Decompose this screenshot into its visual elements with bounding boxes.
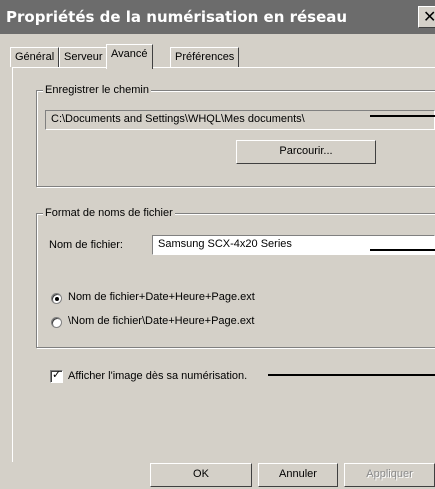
show-image-checkbox[interactable]: ✓ bbox=[50, 369, 63, 383]
save-path-group-label: Enregistrer le chemin bbox=[43, 84, 151, 96]
filename-input[interactable]: Samsung SCX-4x20 Series bbox=[152, 235, 435, 255]
title-bar[interactable]: Propriétés de la numérisation en réseau … bbox=[0, 0, 435, 34]
properties-dialog: Propriétés de la numérisation en réseau … bbox=[0, 0, 435, 489]
close-icon: ✕ bbox=[423, 7, 435, 26]
ok-button[interactable]: OK bbox=[150, 463, 252, 487]
filename-format-group-label: Format de noms de fichier bbox=[43, 207, 175, 219]
apply-button: Appliquer bbox=[344, 463, 435, 487]
tab-advanced[interactable]: Avancé bbox=[106, 44, 153, 69]
radio-folder-date-time[interactable] bbox=[51, 317, 62, 328]
tab-general[interactable]: Général bbox=[10, 47, 60, 67]
close-button[interactable]: ✕ bbox=[418, 6, 435, 28]
cancel-button[interactable]: Annuler bbox=[258, 463, 338, 487]
radio-folder-date-time-label[interactable]: \Nom de fichier\Date+Heure+Page.ext bbox=[68, 315, 255, 327]
filename-label: Nom de fichier: bbox=[49, 239, 123, 251]
radio-filename-date-time-label[interactable]: Nom de fichier+Date+Heure+Page.ext bbox=[68, 291, 255, 303]
save-path-field[interactable]: C:\Documents and Settings\WHQL\Mes docum… bbox=[45, 110, 435, 130]
checkmark-icon: ✓ bbox=[52, 369, 62, 381]
window-title: Propriétés de la numérisation en réseau bbox=[6, 8, 348, 26]
show-image-label[interactable]: Afficher l'image dès sa numérisation. bbox=[68, 370, 247, 382]
save-path-group: Enregistrer le chemin bbox=[36, 84, 435, 187]
browse-button[interactable]: Parcourir... bbox=[236, 140, 376, 164]
filename-format-group: Format de noms de fichier bbox=[36, 207, 435, 348]
radio-filename-date-time[interactable] bbox=[51, 293, 62, 304]
callout-line bbox=[268, 374, 435, 376]
callout-line bbox=[370, 249, 435, 251]
tab-preferences[interactable]: Préférences bbox=[170, 47, 240, 67]
callout-line bbox=[370, 115, 435, 117]
radio-selected-dot bbox=[55, 297, 59, 301]
tab-server[interactable]: Serveur bbox=[59, 47, 108, 67]
